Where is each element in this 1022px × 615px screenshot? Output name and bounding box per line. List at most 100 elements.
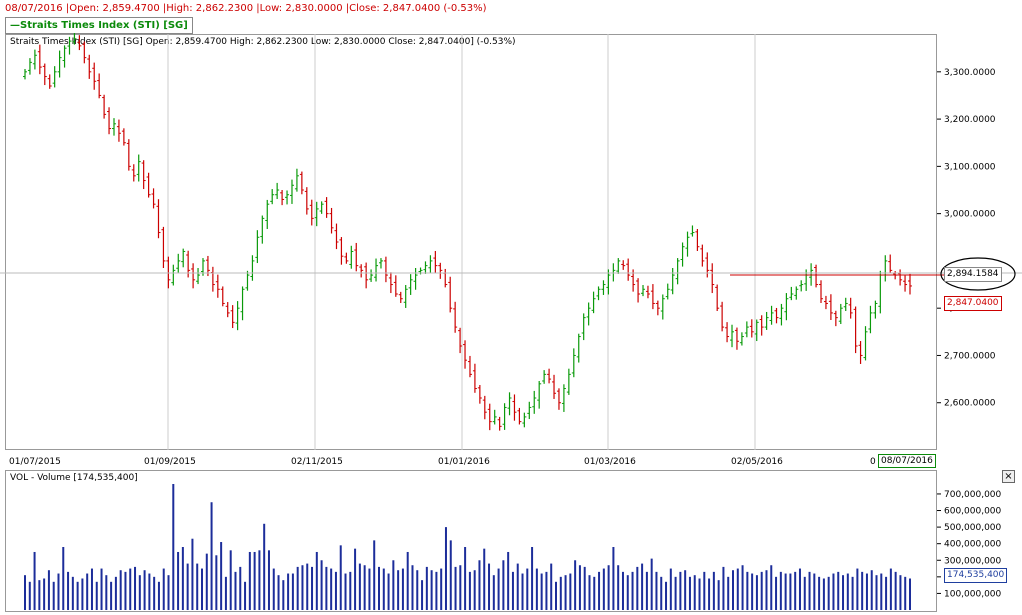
date-tick-label: 02/05/2016 — [731, 457, 783, 467]
volume-bar — [674, 576, 677, 610]
volume-bar — [645, 571, 648, 610]
volume-bar — [253, 551, 256, 610]
volume-bar — [301, 565, 304, 610]
volume-bar — [492, 575, 495, 610]
volume-bar — [760, 571, 763, 610]
volume-bar — [57, 573, 60, 610]
volume-bar — [52, 581, 55, 610]
volume-bar — [291, 573, 294, 610]
volume-bar — [765, 570, 768, 610]
volume-bar — [201, 568, 203, 610]
date-tick-label: 01/07/2015 — [9, 457, 61, 467]
volume-bar — [81, 578, 84, 610]
price-axis-label: 3,000.0000 — [944, 210, 996, 220]
volume-bar — [258, 550, 261, 610]
volume-bar — [889, 568, 892, 610]
date-tick-label: 02/11/2015 — [291, 457, 343, 467]
volume-bar — [626, 575, 629, 610]
volume-bar — [894, 571, 897, 610]
volume-bar — [425, 566, 428, 610]
volume-bar — [875, 575, 878, 610]
volume-bar — [822, 578, 825, 610]
volume-bar — [564, 575, 567, 610]
volume-bar — [755, 575, 758, 610]
volume-bar — [842, 575, 845, 610]
volume-bar — [38, 580, 41, 610]
volume-bar — [741, 565, 744, 610]
volume-bar — [100, 568, 103, 610]
volume-bar — [47, 570, 50, 610]
volume-bar — [43, 578, 46, 610]
volume-bar — [507, 551, 510, 610]
volume-bar — [846, 573, 849, 610]
volume-bar — [191, 538, 194, 610]
volume-bar — [373, 540, 376, 610]
volume-bar — [306, 563, 309, 610]
volume-bar — [282, 580, 285, 610]
volume-bar — [497, 568, 500, 610]
volume-bar — [124, 571, 127, 610]
volume-bar — [172, 484, 175, 610]
date-tick-label: 01/01/2016 — [438, 457, 490, 467]
volume-bar — [267, 550, 270, 610]
volume-bar — [655, 571, 658, 610]
volume-bar — [454, 566, 457, 610]
last-date-label: 08/07/2016 — [878, 454, 936, 468]
volume-bar — [698, 578, 701, 610]
volume-bar — [583, 566, 586, 610]
volume-axis-label: 300,000,000 — [944, 556, 1002, 566]
volume-bar — [33, 551, 36, 610]
volume-bar — [24, 575, 26, 610]
volume-bar — [598, 571, 601, 610]
volume-bar — [545, 571, 548, 610]
volume-bar — [478, 560, 481, 610]
volume-bar — [435, 571, 438, 610]
price-axis-label: 3,100.0000 — [944, 162, 996, 172]
volume-bar — [62, 547, 65, 610]
volume-bar — [272, 568, 275, 610]
volume-axis-label: 500,000,000 — [944, 523, 1002, 533]
volume-bar — [320, 560, 323, 610]
volume-bar — [502, 560, 505, 610]
volume-bar — [669, 568, 672, 610]
volume-bar — [205, 553, 208, 610]
volume-bar — [665, 581, 668, 610]
volume-bar — [330, 568, 333, 610]
volume-bar — [354, 548, 357, 610]
volume-bar — [641, 563, 644, 610]
volume-bar — [220, 542, 223, 610]
volume-bar — [693, 575, 696, 610]
volume-bar — [588, 575, 591, 610]
volume-bar — [248, 551, 251, 610]
volume-bar — [712, 571, 715, 610]
volume-bar — [880, 573, 883, 610]
volume-bar — [650, 558, 653, 610]
volume-bar — [114, 576, 117, 610]
volume-bar — [555, 581, 557, 610]
volume-axis-label: 700,000,000 — [944, 490, 1002, 500]
volume-bar — [464, 547, 467, 610]
volume-bar — [368, 568, 371, 610]
volume-bar — [76, 581, 79, 610]
volume-bar — [71, 576, 74, 610]
volume-bar — [28, 581, 31, 610]
volume-bar — [851, 576, 854, 610]
volume-bar — [631, 571, 634, 610]
volume-bar — [607, 565, 610, 610]
volume-bar — [444, 527, 447, 610]
volume-bar — [837, 571, 840, 610]
volume-bar — [382, 568, 385, 610]
volume-bar — [617, 565, 620, 610]
volume-bar — [789, 573, 792, 610]
volume-bar — [516, 563, 519, 610]
volume-bar — [421, 580, 424, 610]
volume-bar — [401, 568, 404, 610]
volume-bar — [387, 573, 390, 610]
volume-bar — [732, 570, 734, 610]
volume-bar — [550, 563, 553, 610]
volume-bar — [808, 571, 811, 610]
volume-bar — [688, 576, 691, 610]
volume-bar — [602, 568, 605, 610]
volume-bar — [798, 568, 801, 610]
volume-bar — [339, 545, 342, 610]
